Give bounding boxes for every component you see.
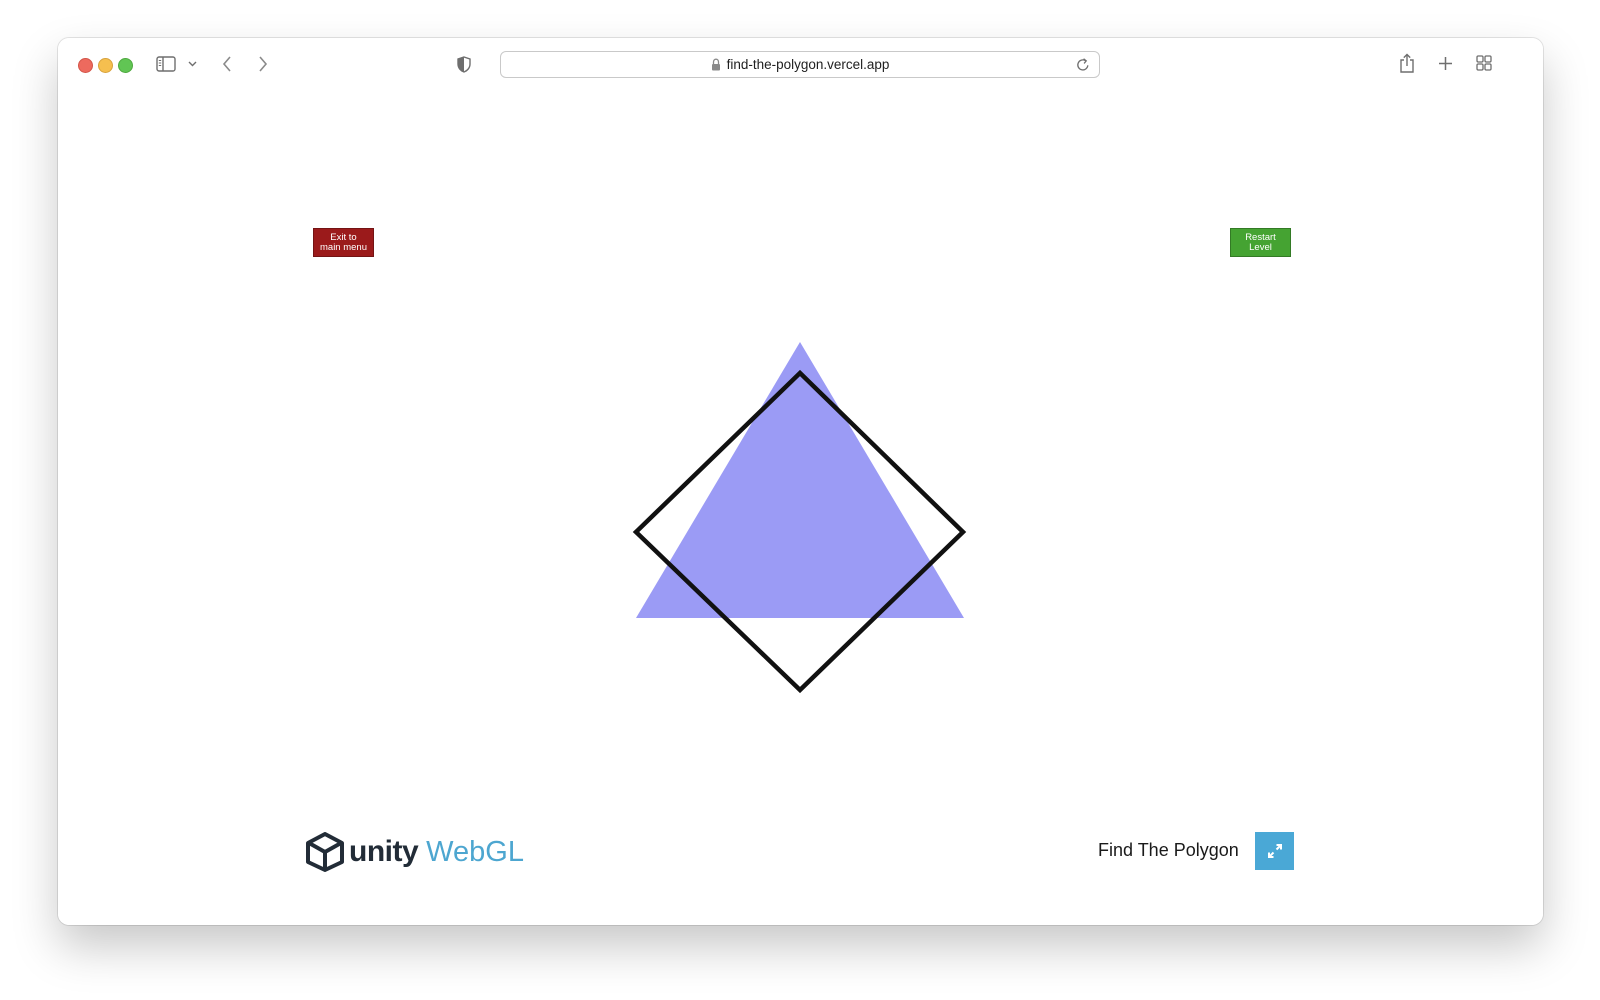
sidebar-icon[interactable] — [156, 55, 176, 73]
minimize-window-button[interactable] — [98, 58, 113, 73]
shield-icon[interactable] — [456, 54, 472, 74]
back-arrow-icon[interactable] — [220, 54, 234, 74]
fullscreen-icon — [1266, 842, 1284, 860]
lock-icon — [711, 58, 721, 71]
forward-arrow-icon[interactable] — [256, 54, 270, 74]
plus-icon[interactable] — [1436, 54, 1454, 72]
restart-level-button[interactable]: Restart Level — [1230, 228, 1291, 257]
url-text: find-the-polygon.vercel.app — [726, 57, 890, 72]
webgl-wordmark: WebGL — [426, 835, 524, 868]
game-title: Find The Polygon — [1098, 840, 1239, 860]
unity-wordmark: unity — [349, 835, 419, 868]
fullscreen-button[interactable] — [1255, 832, 1294, 870]
desktop-background: find-the-polygon.vercel.app Exit to main… — [0, 0, 1600, 1000]
browser-window: find-the-polygon.vercel.app Exit to main… — [58, 38, 1543, 925]
web-page-content: Exit to main menu Restart Level unity We… — [58, 92, 1543, 925]
reload-icon[interactable] — [1076, 57, 1090, 72]
maximize-window-button[interactable] — [118, 58, 133, 73]
close-window-button[interactable] — [78, 58, 93, 73]
address-bar[interactable]: find-the-polygon.vercel.app — [500, 51, 1100, 78]
chevron-down-icon[interactable] — [187, 59, 197, 69]
exit-to-main-menu-button[interactable]: Exit to main menu — [313, 228, 374, 257]
unity-webgl-logo: unity WebGL — [305, 830, 524, 874]
browser-toolbar: find-the-polygon.vercel.app — [58, 38, 1543, 92]
tab-grid-icon[interactable] — [1475, 54, 1493, 72]
share-icon[interactable] — [1398, 52, 1416, 74]
unity-cube-icon — [305, 832, 345, 872]
game-canvas[interactable] — [58, 92, 1543, 925]
